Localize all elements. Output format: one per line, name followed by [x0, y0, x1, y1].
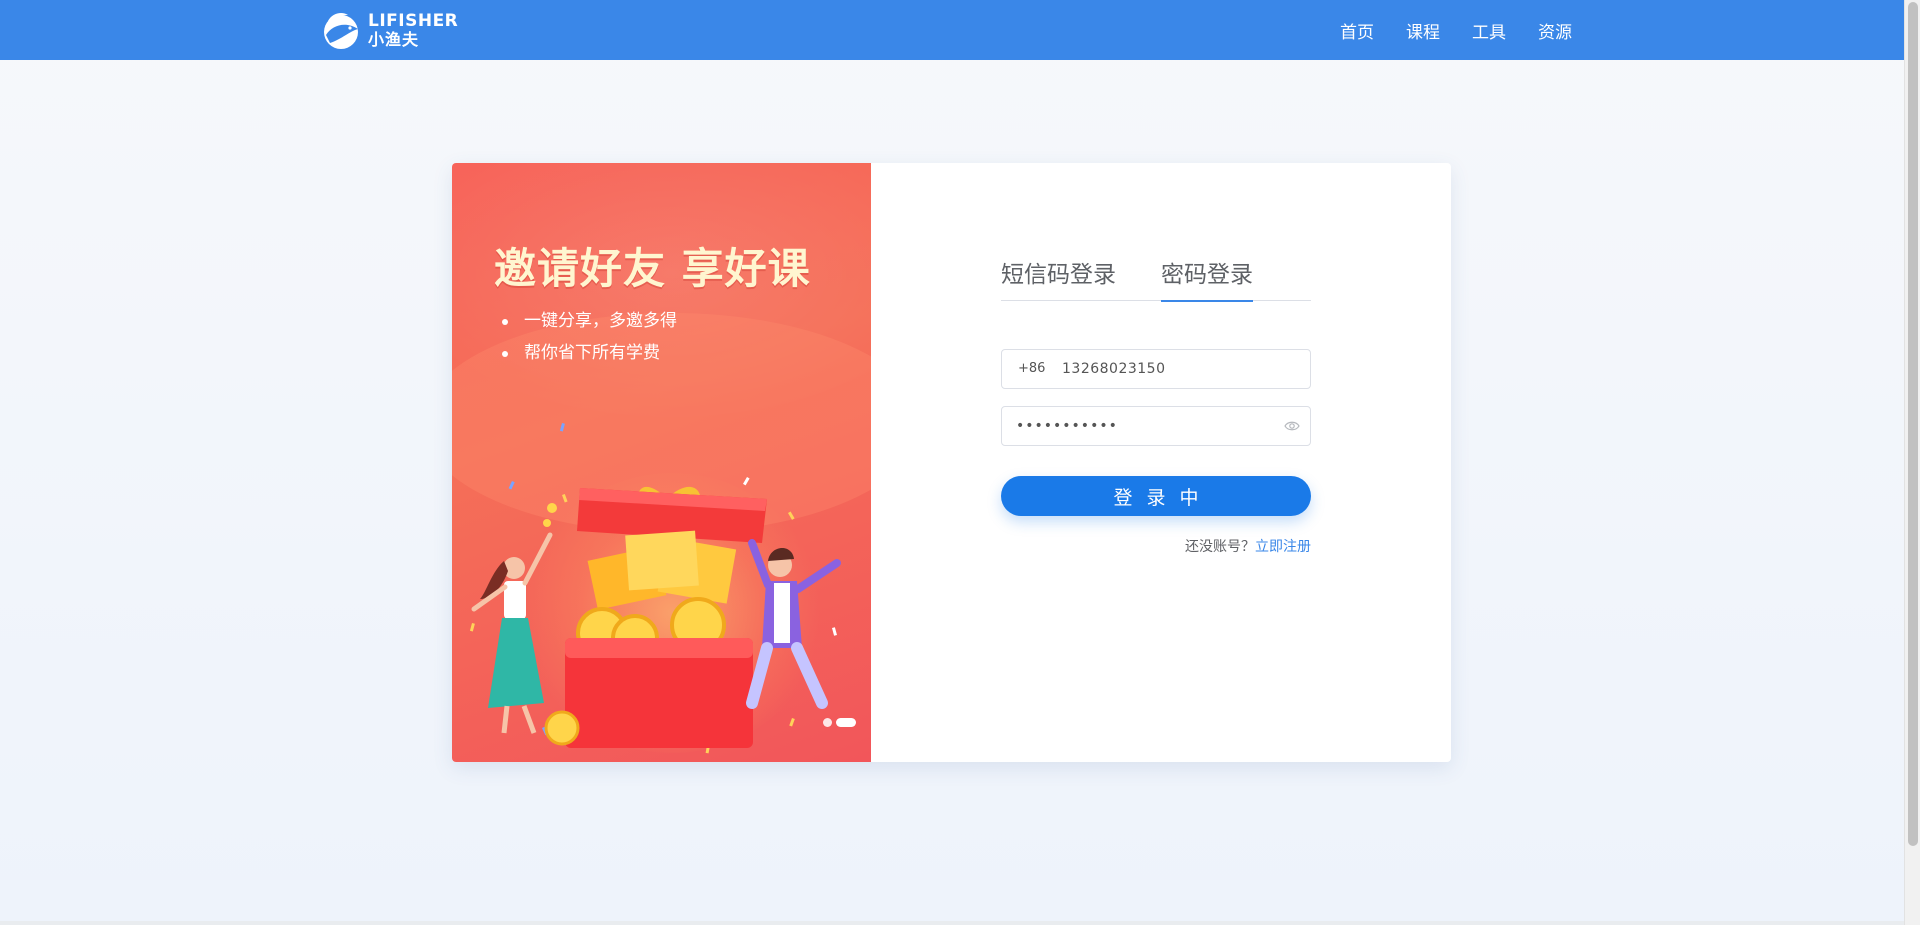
brand-name-en: LIFISHER: [368, 10, 459, 31]
promo-bullet: 一键分享，多邀多得: [502, 305, 677, 337]
register-link[interactable]: 立即注册: [1255, 539, 1311, 555]
phone-input[interactable]: [1062, 350, 1302, 388]
top-navbar: LIFISHER 小渔夫 首页 课程 工具 资源: [0, 0, 1904, 60]
scrollbar-thumb[interactable]: [1908, 2, 1918, 846]
eye-icon[interactable]: [1284, 419, 1300, 433]
promo-bullet: 帮你省下所有学费: [502, 337, 677, 369]
nav-item-home[interactable]: 首页: [1340, 18, 1374, 43]
phone-field: +86: [1001, 349, 1311, 389]
promo-bullet-list: 一键分享，多邀多得 帮你省下所有学费: [502, 305, 677, 369]
brand-logo[interactable]: LIFISHER 小渔夫: [320, 8, 460, 52]
password-field: [1001, 406, 1311, 446]
password-input[interactable]: [1016, 407, 1276, 445]
nav-item-tools[interactable]: 工具: [1472, 18, 1506, 43]
girl-figure: [471, 532, 553, 734]
register-prompt: 还没账号？立即注册: [1185, 536, 1311, 556]
main-nav: 首页 课程 工具 资源: [1340, 0, 1572, 60]
tab-sms-login[interactable]: 短信码登录: [1001, 255, 1116, 301]
promo-banner[interactable]: 邀请好友 享好课 一键分享，多邀多得 帮你省下所有学费: [452, 163, 871, 762]
login-tabs: 短信码登录 密码登录: [1001, 255, 1311, 302]
carousel-dot[interactable]: [823, 718, 832, 727]
vertical-scrollbar[interactable]: [1904, 0, 1920, 925]
login-form: 短信码登录 密码登录 +86 登录中 还没账号？立即注册: [871, 163, 1451, 762]
fish-logo-icon: [324, 13, 358, 49]
login-button[interactable]: 登录中: [1001, 476, 1311, 516]
brand-name-cn: 小渔夫: [368, 29, 420, 49]
bottom-edge: [0, 921, 1904, 925]
promo-title: 邀请好友 享好课: [494, 244, 811, 293]
nav-item-resources[interactable]: 资源: [1538, 18, 1572, 43]
tab-password-login[interactable]: 密码登录: [1161, 255, 1253, 302]
gift-box-illustration: [469, 423, 841, 754]
register-prompt-text: 还没账号？: [1185, 539, 1255, 555]
boy-figure: [746, 539, 841, 709]
country-code[interactable]: +86: [1018, 350, 1045, 388]
login-card: 邀请好友 享好课 一键分享，多邀多得 帮你省下所有学费 短信码登录 密码登录 +…: [452, 163, 1451, 762]
carousel-indicators: [823, 718, 856, 727]
nav-item-courses[interactable]: 课程: [1406, 18, 1440, 43]
carousel-dot-active[interactable]: [836, 718, 856, 727]
